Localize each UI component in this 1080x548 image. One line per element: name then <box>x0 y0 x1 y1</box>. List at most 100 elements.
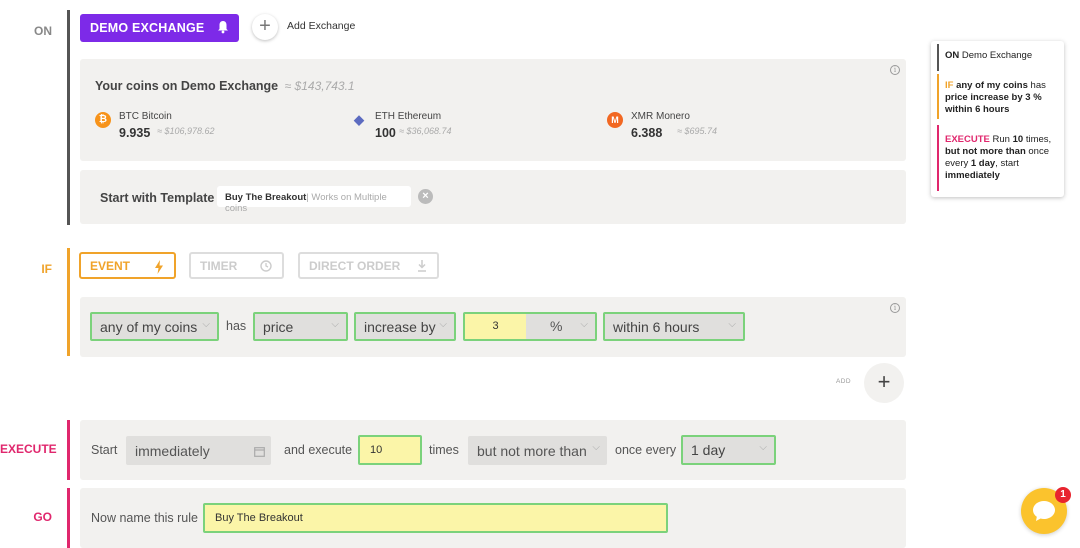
chevron-down-icon: ⌵ <box>331 319 339 330</box>
go-section-line <box>67 488 70 548</box>
tab-event[interactable]: EVENT <box>79 252 176 279</box>
limit-select-value: but not more than <box>477 442 587 459</box>
coins-select[interactable]: any of my coins ⌵ <box>90 312 219 341</box>
limit-select[interactable]: but not more than ⌵ <box>468 436 607 465</box>
coins-panel: i Your coins on Demo Exchange ≈ $143,743… <box>80 59 906 161</box>
summary-times: 10 <box>1012 134 1024 145</box>
unit-select[interactable]: % <box>550 318 562 334</box>
chevron-down-icon: ⌵ <box>580 319 588 330</box>
add-condition-button[interactable]: + <box>864 363 904 403</box>
chevron-down-icon: ⌵ <box>759 442 767 453</box>
tab-direct-order-label: DIRECT ORDER <box>309 258 401 273</box>
exchange-button[interactable]: DEMO EXCHANGE <box>80 14 239 42</box>
template-panel: Start with Template Buy The Breakout| Wo… <box>80 170 906 224</box>
if-section-label: IF <box>41 262 52 276</box>
execute-section-line <box>67 420 70 480</box>
summary-start: , start <box>995 158 1019 169</box>
summary-period: 1 day <box>970 158 996 169</box>
chat-icon <box>1032 500 1056 527</box>
on-section-label: ON <box>34 24 52 38</box>
start-select-value: immediately <box>135 442 210 459</box>
direction-select-value: increase by <box>364 318 436 335</box>
if-section-line <box>67 248 70 356</box>
info-icon[interactable]: i <box>890 65 900 75</box>
coin-name: ETH Ethereum <box>375 111 442 122</box>
coin-name: BTC Bitcoin <box>119 111 172 122</box>
summary-on-keyword: ON <box>945 50 960 61</box>
metric-select[interactable]: price ⌵ <box>253 312 348 341</box>
coin-value: ≈ $36,068.74 <box>399 126 452 136</box>
monero-icon: M <box>607 112 623 128</box>
start-label: Start <box>91 443 118 457</box>
plus-icon: + <box>259 15 271 37</box>
summary-execute-keyword: EXECUTE <box>945 134 990 145</box>
rule-name-label: Now name this rule <box>91 511 198 525</box>
calendar-icon <box>254 444 265 460</box>
summary-on-bar <box>937 44 939 71</box>
direction-select[interactable]: increase by ⌵ <box>354 312 456 341</box>
start-select[interactable]: immediately <box>126 436 271 465</box>
chevron-down-icon: ⌵ <box>728 319 736 330</box>
metric-select-value: price <box>263 318 294 335</box>
summary-run: Run <box>992 134 1010 145</box>
download-icon <box>417 260 427 275</box>
coin-amount: 9.935 <box>119 126 151 140</box>
add-exchange-button[interactable]: + <box>252 14 278 40</box>
chevron-down-icon: ⌵ <box>592 442 600 453</box>
window-select[interactable]: within 6 hours ⌵ <box>603 312 745 341</box>
has-label: has <box>226 319 247 333</box>
coin-name: XMR Monero <box>631 111 690 122</box>
summary-if-bar <box>937 74 939 119</box>
bolt-icon <box>154 260 164 277</box>
summary-on: ON Demo Exchange <box>945 50 1056 62</box>
coin-value: ≈ $106,978.62 <box>157 126 215 136</box>
rule-summary-card: ON Demo Exchange IF any of my coins has … <box>931 41 1064 197</box>
summary-if-coins: any of my coins <box>956 80 1028 91</box>
info-icon[interactable]: i <box>890 303 900 313</box>
go-section-label: GO <box>33 510 52 524</box>
execute-section-label: EXECUTE <box>0 442 57 456</box>
coin-value: ≈ $695.74 <box>677 126 717 136</box>
coin-amount: 100 <box>375 126 396 140</box>
add-condition-label: ADD <box>836 378 851 385</box>
ethereum-icon: ◆ <box>354 112 364 127</box>
close-icon[interactable]: × <box>418 189 433 204</box>
period-select[interactable]: 1 day ⌵ <box>681 435 776 465</box>
add-exchange-label[interactable]: Add Exchange <box>287 20 355 32</box>
exchange-button-label: DEMO EXCHANGE <box>90 21 205 35</box>
summary-if: IF any of my coins has price increase by… <box>945 80 1056 116</box>
tab-direct-order[interactable]: DIRECT ORDER <box>298 252 439 279</box>
amount-group: 3 % ⌵ <box>463 312 597 341</box>
coins-title: Your coins on Demo Exchange ≈ $143,743.1 <box>95 79 355 93</box>
summary-on-text: Demo Exchange <box>961 50 1033 61</box>
coin-amount: 6.388 <box>631 126 663 140</box>
summary-times-label: times, <box>1025 134 1052 145</box>
once-every-label: once every <box>615 443 677 457</box>
tab-timer[interactable]: TIMER <box>189 252 284 279</box>
rule-name-input[interactable]: Buy The Breakout <box>203 503 668 533</box>
on-section-line <box>67 10 70 225</box>
bell-icon <box>217 20 229 37</box>
summary-start-value: immediately <box>945 170 1000 181</box>
template-name: Buy The Breakout <box>225 192 307 203</box>
coins-title-text: Your coins on Demo Exchange <box>95 79 279 93</box>
summary-if-has: has <box>1030 80 1046 91</box>
summary-execute: EXECUTE Run 10 times, but not more than … <box>945 134 1056 182</box>
chevron-down-icon: ⌵ <box>439 319 447 330</box>
coins-select-value: any of my coins <box>100 318 198 335</box>
summary-if-window: within 6 hours <box>945 104 1010 115</box>
and-execute-label: and execute <box>284 443 353 457</box>
amount-input[interactable]: 3 <box>465 314 526 339</box>
summary-limit: but not more than <box>945 146 1026 157</box>
chevron-down-icon: ⌵ <box>202 319 210 330</box>
plus-icon: + <box>877 369 891 394</box>
tab-event-label: EVENT <box>90 258 131 273</box>
times-input[interactable]: 10 <box>358 435 422 465</box>
bitcoin-icon: ₿ <box>95 112 111 128</box>
summary-execute-bar <box>937 125 939 191</box>
tab-timer-label: TIMER <box>200 258 238 273</box>
times-label: times <box>429 443 459 457</box>
clock-icon <box>260 260 272 275</box>
template-chip[interactable]: Buy The Breakout| Works on Multiple coin… <box>217 186 411 214</box>
summary-if-condition: price increase by 3 % <box>945 92 1042 103</box>
